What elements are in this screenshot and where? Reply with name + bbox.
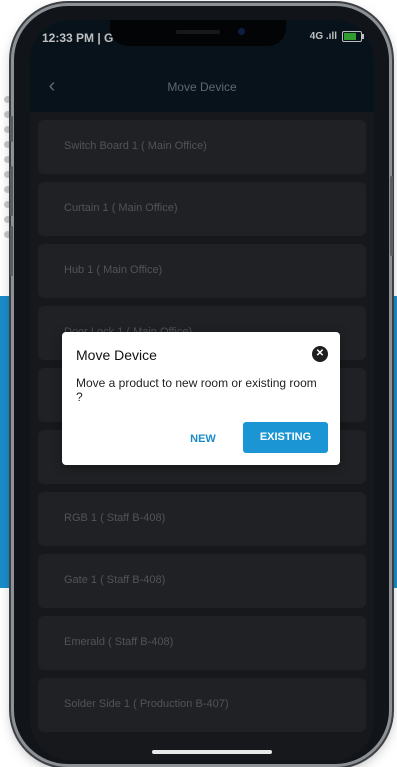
- dialog-message: Move a product to new room or existing r…: [76, 376, 317, 404]
- volume-down-button: [10, 226, 13, 276]
- volume-up-button: [10, 166, 13, 216]
- close-icon[interactable]: ✕: [312, 346, 328, 362]
- new-button[interactable]: NEW: [178, 425, 228, 453]
- existing-button[interactable]: EXISTING: [243, 422, 328, 453]
- move-device-dialog: Move Device ✕ Move a product to new room…: [62, 332, 340, 465]
- power-button: [390, 176, 393, 256]
- mute-switch: [10, 116, 13, 142]
- home-indicator[interactable]: [152, 750, 272, 754]
- dialog-title: Move Device: [76, 347, 157, 363]
